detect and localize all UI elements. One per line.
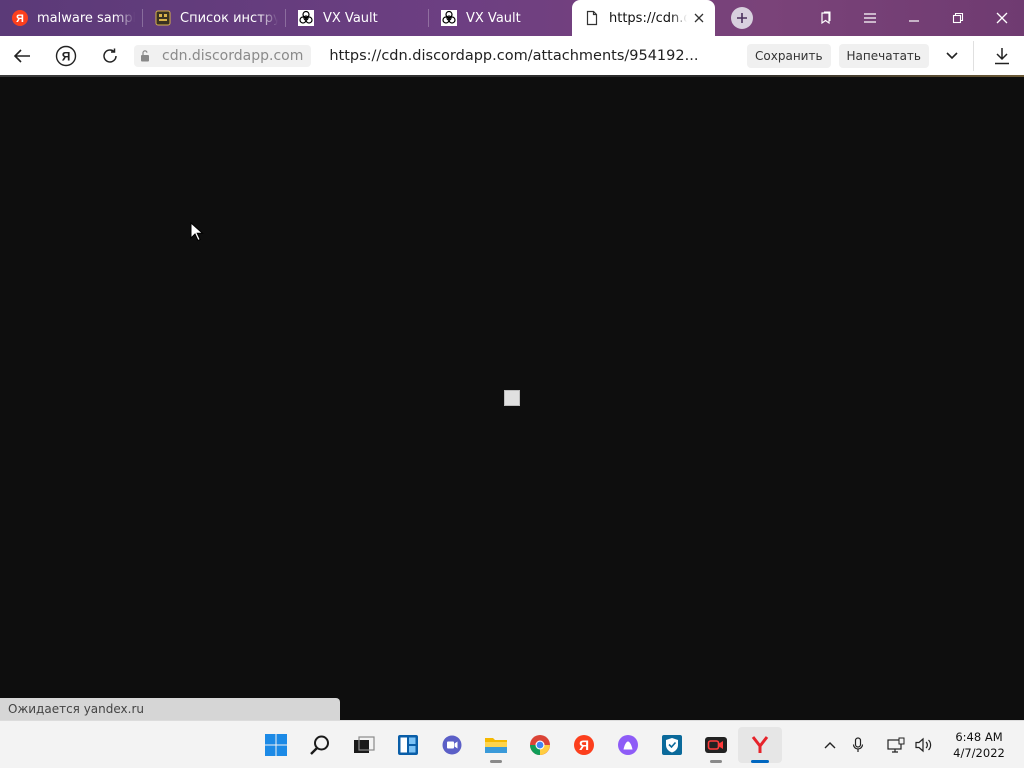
network-icon: [887, 737, 905, 753]
chevron-up-icon: [824, 742, 836, 749]
screen-recorder-button[interactable]: [694, 727, 738, 763]
video-camera-icon: [705, 737, 727, 753]
file-explorer-button[interactable]: [474, 727, 518, 763]
close-tab-icon[interactable]: [691, 10, 707, 26]
hamburger-icon: [864, 13, 876, 23]
page-content: Ожидается yandex.ru: [0, 77, 1024, 720]
unlock-icon: [141, 49, 149, 61]
taskbar-apps: Я: [254, 727, 782, 763]
reload-button[interactable]: [88, 36, 132, 76]
tab-vx-vault-1[interactable]: VX Vault: [286, 0, 429, 36]
site-security-button[interactable]: [134, 44, 156, 67]
new-tab-button[interactable]: [715, 0, 769, 36]
yandex-icon: Я: [12, 10, 28, 26]
menu-button[interactable]: [848, 0, 892, 36]
bookmark-collection-icon: [821, 11, 831, 25]
download-icon: [995, 47, 1009, 64]
clock[interactable]: 6:48 AM 4/7/2022: [944, 729, 1014, 761]
tab-vx-vault-2[interactable]: VX Vault: [429, 0, 572, 36]
close-icon: [996, 12, 1008, 24]
volume-button[interactable]: [910, 737, 938, 753]
start-button[interactable]: [254, 727, 298, 763]
browser-toolbar: Я cdn.discordapp.com https://cdn.discord…: [0, 36, 1024, 76]
tab-title: Список инструм: [180, 10, 278, 26]
widgets-icon: [398, 735, 418, 755]
teams-chat-button[interactable]: [430, 727, 474, 763]
windows-taskbar: Я 6:48 AM 4/7/2022: [0, 720, 1024, 768]
defender-button[interactable]: [650, 727, 694, 763]
tab-strip-spacer: [769, 0, 804, 36]
search-icon: [310, 735, 329, 755]
close-window-button[interactable]: [980, 0, 1024, 36]
biohazard-icon: [441, 10, 457, 26]
microphone-icon: [852, 737, 864, 752]
downloads-button[interactable]: [980, 47, 1024, 65]
biohazard-icon: [298, 10, 314, 26]
alice-icon: [618, 735, 638, 755]
restore-icon: [952, 12, 964, 24]
chrome-icon: [529, 735, 550, 756]
clock-time: 6:48 AM: [955, 730, 1003, 744]
widgets-button[interactable]: [386, 727, 430, 763]
running-indicator: [751, 760, 769, 763]
more-actions-button[interactable]: [937, 51, 967, 60]
yandex-browser-icon: [751, 736, 769, 753]
tab-cdn-discord[interactable]: https://cdn.disc: [572, 0, 715, 36]
tab-tools-list[interactable]: Список инструм: [143, 0, 286, 36]
shield-icon: [662, 735, 682, 755]
yandex-button[interactable]: Я: [562, 727, 606, 763]
alice-button[interactable]: [606, 727, 650, 763]
svg-text:Я: Я: [16, 13, 24, 25]
tab-strip: Я malware samples Список инструм VX Vaul…: [0, 0, 1024, 36]
running-indicator: [710, 760, 722, 763]
tabs-collection-button[interactable]: [804, 0, 848, 36]
tab-title: https://cdn.disc: [609, 10, 687, 26]
back-button[interactable]: [0, 36, 44, 76]
yandex-logo-icon: Я: [55, 45, 77, 66]
network-button[interactable]: [882, 737, 910, 753]
tab-title: VX Vault: [466, 10, 521, 26]
mouse-cursor-icon: [190, 222, 204, 242]
svg-text:Я: Я: [62, 49, 71, 63]
minimize-icon: [909, 20, 919, 22]
task-view-icon: [354, 736, 375, 753]
yandex-home-button[interactable]: Я: [44, 36, 88, 76]
address-domain[interactable]: cdn.discordapp.com: [156, 44, 312, 67]
toolbar-divider: [973, 40, 974, 71]
show-hidden-icons-button[interactable]: [816, 741, 844, 749]
restore-button[interactable]: [936, 0, 980, 36]
address-bar-url[interactable]: https://cdn.discordapp.com/attachments/9…: [329, 48, 747, 64]
search-button[interactable]: [298, 727, 342, 763]
system-tray: 6:48 AM 4/7/2022: [816, 721, 1024, 768]
tab-title: VX Vault: [323, 10, 378, 26]
site-favicon-icon: [155, 10, 171, 26]
chrome-button[interactable]: [518, 727, 562, 763]
document-icon: [584, 10, 600, 26]
chat-icon: [442, 735, 462, 755]
plus-icon: [731, 7, 753, 29]
speaker-icon: [915, 737, 932, 753]
windows-logo-icon: [265, 734, 287, 756]
svg-text:Я: Я: [579, 737, 589, 753]
tab-title: malware samples: [37, 10, 135, 26]
yandex-icon: Я: [574, 735, 594, 755]
save-button[interactable]: Сохранить: [747, 43, 831, 68]
arrow-left-icon: [13, 48, 30, 63]
reload-icon: [103, 48, 117, 63]
yandex-browser-button[interactable]: [738, 727, 782, 763]
task-view-button[interactable]: [342, 727, 386, 763]
print-button[interactable]: Напечатать: [838, 43, 929, 68]
microphone-button[interactable]: [844, 737, 872, 753]
status-bar: Ожидается yandex.ru: [0, 698, 340, 720]
clock-date: 4/7/2022: [953, 746, 1005, 760]
running-indicator: [490, 760, 502, 763]
tab-malware-samples[interactable]: Я malware samples: [0, 0, 143, 36]
chevron-down-icon: [946, 51, 958, 59]
loading-image-placeholder: [504, 390, 520, 406]
folder-icon: [485, 738, 507, 753]
minimize-button[interactable]: [892, 0, 936, 36]
